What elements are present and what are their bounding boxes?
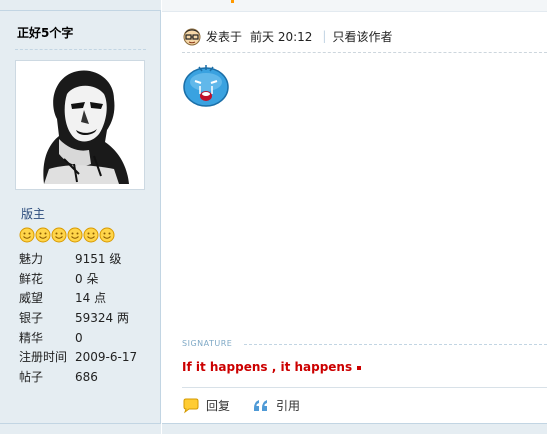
signature-divider bbox=[244, 344, 547, 345]
divider bbox=[15, 49, 146, 50]
stat-row: 威望 14 点 bbox=[19, 289, 137, 309]
posted-label: 发表于 bbox=[206, 29, 243, 44]
signature-text: If it happens , it happens bbox=[182, 360, 362, 374]
reply-bubble-icon bbox=[183, 398, 199, 413]
stat-value: 686 bbox=[75, 370, 98, 385]
smiley-icon bbox=[19, 227, 35, 243]
stat-value: 59324 两 bbox=[75, 311, 129, 326]
sidebar-bottom-band bbox=[0, 423, 161, 434]
stat-label: 注册时间 bbox=[19, 350, 68, 365]
signature-dot bbox=[357, 365, 362, 370]
avatar-image bbox=[19, 64, 141, 186]
reply-label: 回复 bbox=[206, 399, 231, 413]
post-bottom-band bbox=[162, 423, 547, 434]
smiley-icon bbox=[51, 227, 67, 243]
stat-value: 0 朵 bbox=[75, 271, 99, 286]
signature-text-content: If it happens , it happens bbox=[182, 360, 353, 374]
post-top-band bbox=[162, 0, 547, 12]
stat-label: 精华 bbox=[19, 330, 44, 345]
separator: | bbox=[322, 29, 327, 43]
stat-row: 魅力 9151 级 bbox=[19, 250, 137, 270]
signature-label: SIGNATURE bbox=[182, 339, 233, 348]
quote-label: 引用 bbox=[276, 399, 301, 413]
stat-value: 14 点 bbox=[75, 291, 107, 306]
user-sidebar: 正好5个字 版主 魅力 9151 级 鲜花 0 朵 威望 14 点 银子 593… bbox=[0, 0, 161, 434]
post-content: 发表于 前天 20:12 | 只看该作者 SIGNATURE If it hap… bbox=[162, 0, 547, 434]
divider bbox=[182, 52, 547, 53]
stat-label: 魅力 bbox=[19, 252, 44, 266]
posted-time: 前天 20:12 bbox=[250, 29, 313, 44]
avatar[interactable] bbox=[15, 60, 145, 190]
stat-row: 银子 59324 两 bbox=[19, 309, 137, 329]
stat-label: 鲜花 bbox=[19, 271, 44, 286]
stat-row: 注册时间 2009-6-17 bbox=[19, 348, 137, 368]
smiley-icon bbox=[67, 227, 83, 243]
stat-row: 精华 0 bbox=[19, 329, 137, 349]
stat-value: 9151 级 bbox=[75, 252, 122, 266]
smiley-icon bbox=[83, 227, 99, 243]
post-header: 发表于 前天 20:12 | 只看该作者 bbox=[182, 26, 392, 46]
sidebar-top-band bbox=[0, 0, 161, 11]
quote-mark-icon bbox=[254, 399, 268, 411]
stat-row: 帖子 686 bbox=[19, 368, 137, 388]
user-glasses-icon bbox=[183, 28, 201, 46]
reply-button[interactable]: 回复 bbox=[182, 397, 230, 414]
rank-stars bbox=[19, 227, 115, 243]
post-actions: 回复 引用 bbox=[182, 397, 322, 414]
user-group-link[interactable]: 版主 bbox=[21, 205, 45, 222]
username-link[interactable]: 正好5个字 bbox=[17, 24, 73, 41]
stat-value: 2009-6-17 bbox=[75, 350, 138, 365]
user-stats: 魅力 9151 级 鲜花 0 朵 威望 14 点 银子 59324 两 精华 0… bbox=[19, 250, 137, 388]
crying-emoticon-icon bbox=[183, 65, 229, 107]
only-author-link[interactable]: 只看该作者 bbox=[332, 28, 392, 45]
stat-label: 帖子 bbox=[19, 370, 44, 385]
smiley-icon bbox=[35, 227, 51, 243]
smiley-icon bbox=[99, 227, 115, 243]
quote-button[interactable]: 引用 bbox=[252, 397, 300, 414]
accent-mark bbox=[231, 0, 234, 3]
stat-label: 威望 bbox=[19, 291, 44, 306]
stat-label: 银子 bbox=[19, 311, 44, 326]
stat-row: 鲜花 0 朵 bbox=[19, 270, 137, 290]
actions-divider bbox=[182, 387, 547, 388]
stat-value: 0 bbox=[75, 330, 83, 345]
